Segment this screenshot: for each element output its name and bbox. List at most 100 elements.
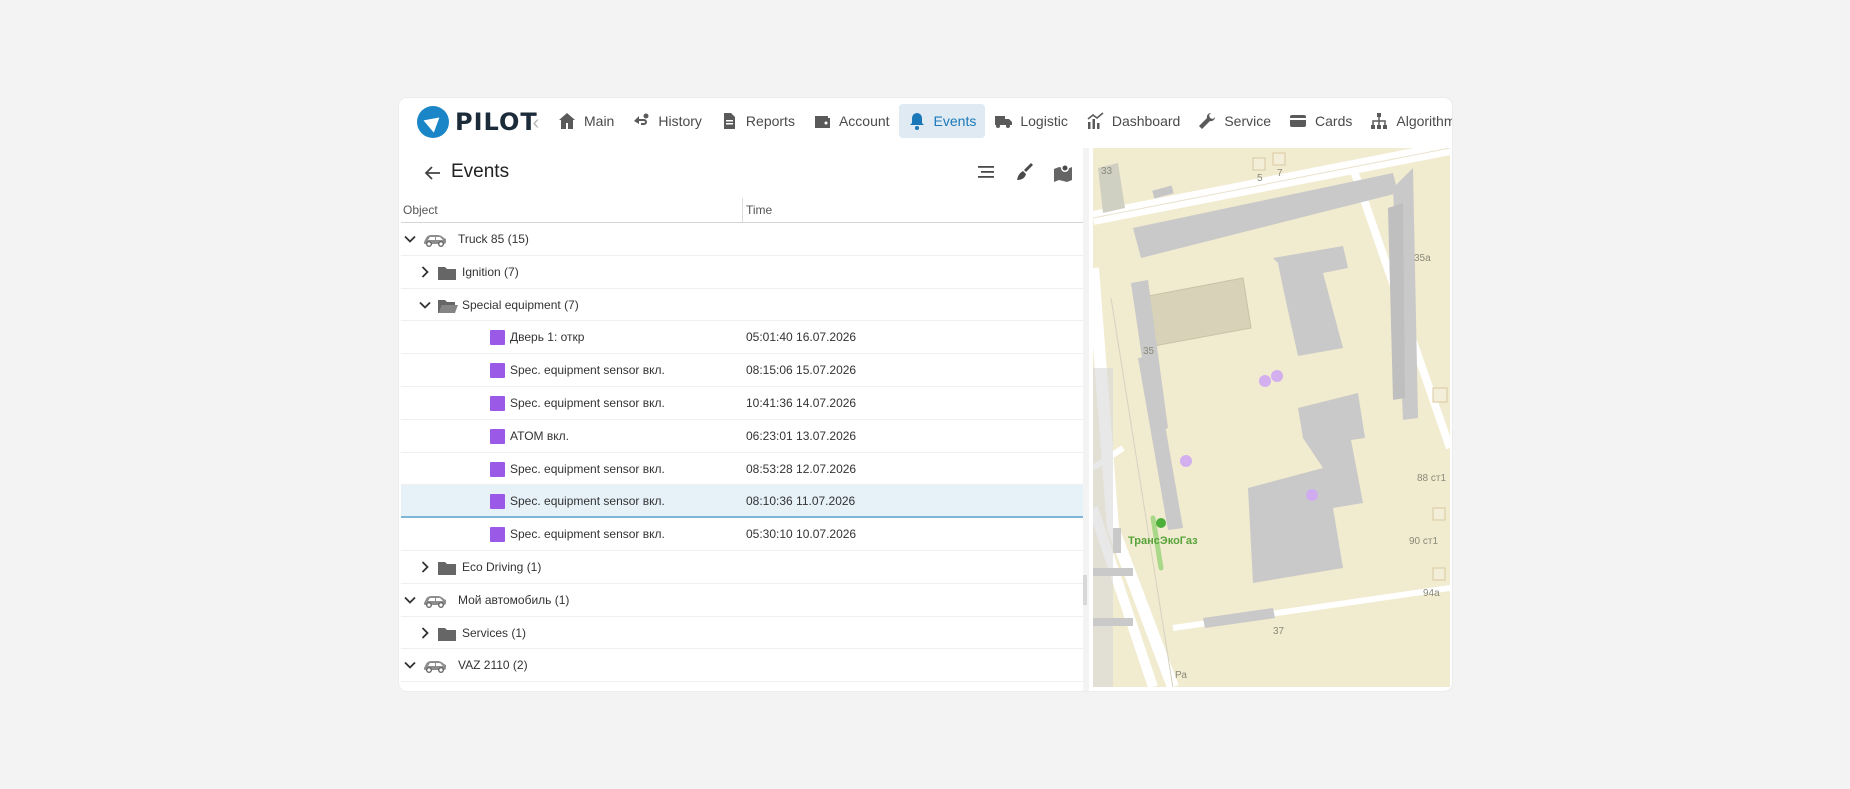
car-icon <box>422 233 448 250</box>
map-markers-button[interactable] <box>1052 161 1074 183</box>
card-icon <box>1290 115 1307 127</box>
nav-item-label: Dashboard <box>1111 113 1181 129</box>
nav-item-label: Algorithms <box>1396 113 1452 129</box>
map-house-number: 35а <box>1414 253 1431 264</box>
column-header-time[interactable]: Time <box>746 198 772 222</box>
vehicle-label: Truck 85 (15) <box>458 232 529 246</box>
event-time: 05:30:10 10.07.2026 <box>746 527 857 542</box>
nav-item-algorithms[interactable]: Algorithms <box>1361 104 1452 138</box>
map-house-number: 7 <box>1277 168 1283 179</box>
folder-icon <box>438 560 456 578</box>
nav-item-reports[interactable]: Reports <box>711 104 804 138</box>
event-label: Spec. equipment sensor вкл. <box>510 527 665 542</box>
nav-item-label: Cards <box>1315 113 1353 129</box>
folder-row[interactable]: Special equipment (7) <box>401 289 1083 322</box>
event-row[interactable]: Spec. equipment sensor вкл. 08:10:36 11.0… <box>401 485 1083 519</box>
folder-label: Special equipment (7) <box>462 297 579 312</box>
event-row[interactable]: Spec. equipment sensor вкл. 08:15:06 15.0… <box>401 354 1083 387</box>
folder-row[interactable]: Eco Driving (1) <box>401 551 1083 584</box>
event-marker-icon <box>490 330 505 346</box>
map-house-number: 90 ст1 <box>1409 536 1439 547</box>
chevron-down-icon[interactable] <box>403 232 417 246</box>
map-street-label: Ра <box>1175 670 1187 681</box>
event-marker-icon <box>490 527 505 543</box>
vehicle-row[interactable]: Truck 85 (15) <box>401 223 1083 256</box>
event-row[interactable]: Spec. equipment sensor вкл. 08:53:28 12.0… <box>401 453 1083 486</box>
pilot-logo[interactable]: PILOT <box>417 104 538 140</box>
nav-item-label: Account <box>838 113 890 129</box>
event-row[interactable]: ATOM вкл. 06:23:01 13.07.2026 <box>401 420 1083 453</box>
home-icon <box>559 113 575 129</box>
event-row[interactable]: Дверь 1: откр 05:01:40 16.07.2026 <box>401 321 1083 355</box>
event-time: 05:01:40 16.07.2026 <box>746 330 857 345</box>
document-icon <box>723 113 735 129</box>
top-navigation-bar: PILOT ‹ Main History Reports Account Events L… <box>399 98 1452 148</box>
truck-icon <box>995 116 1013 128</box>
nav-scroll-left-icon[interactable]: ‹ <box>525 112 547 134</box>
nav-item-main[interactable]: Main <box>549 104 623 138</box>
panel-header: Events <box>401 148 1083 198</box>
event-marker-icon <box>490 428 505 444</box>
chevron-down-icon[interactable] <box>403 658 417 672</box>
nav-item-service[interactable]: Service <box>1189 104 1280 138</box>
event-time: 08:10:36 11.07.2026 <box>746 494 856 509</box>
map-marker-icon <box>1054 164 1072 182</box>
chevron-right-icon[interactable] <box>418 626 432 640</box>
chart-icon <box>1087 112 1104 129</box>
main-nav: Main History Reports Account Events Logistic D… <box>549 104 1452 138</box>
clear-button[interactable] <box>1013 161 1035 183</box>
nav-item-logistic[interactable]: Logistic <box>985 104 1076 138</box>
bell-icon <box>909 113 924 130</box>
scrollbar-thumb[interactable] <box>1083 575 1087 605</box>
folder-label: Ignition (7) <box>462 264 519 279</box>
folder-label: Services (1) <box>462 625 527 640</box>
map-view[interactable]: 33 5 7 35а 35 88 ст1 90 ст1 94а 37 Ра Тр… <box>1093 148 1450 687</box>
folder-open-icon <box>438 298 458 316</box>
nav-item-label: Main <box>584 113 615 129</box>
nav-item-account[interactable]: Account <box>804 104 899 138</box>
broom-icon <box>1017 163 1033 180</box>
column-header-object[interactable]: Object <box>403 198 438 222</box>
event-time: 06:23:01 13.07.2026 <box>746 428 857 443</box>
folder-label: Eco Driving (1) <box>462 559 542 574</box>
nav-item-dashboard[interactable]: Dashboard <box>1077 104 1190 138</box>
nav-item-label: Reports <box>745 113 795 129</box>
map-house-number: 35 <box>1143 346 1155 357</box>
chevron-down-icon[interactable] <box>403 593 417 607</box>
nav-item-history[interactable]: History <box>623 104 711 138</box>
event-label: Spec. equipment sensor вкл. <box>510 395 665 410</box>
list-view-button[interactable] <box>975 161 997 183</box>
hierarchy-icon <box>1371 113 1388 129</box>
nav-item-label: Logistic <box>1020 113 1068 129</box>
chevron-down-icon[interactable] <box>418 298 432 312</box>
map-canvas <box>1093 148 1450 687</box>
event-label: Spec. equipment sensor вкл. <box>510 363 665 378</box>
event-row[interactable]: Spec. equipment sensor вкл. 05:30:10 10.0… <box>401 518 1083 551</box>
event-label: ATOM вкл. <box>510 428 569 443</box>
folder-row[interactable]: Services (1) <box>401 617 1083 650</box>
nav-item-events[interactable]: Events <box>898 104 986 138</box>
back-arrow-icon[interactable] <box>423 163 443 183</box>
map-house-number: 33 <box>1101 166 1113 177</box>
chevron-right-icon[interactable] <box>418 265 432 279</box>
map-house-number: 37 <box>1273 626 1285 637</box>
event-row[interactable]: Spec. equipment sensor вкл. 10:41:36 14.0… <box>401 387 1083 420</box>
event-marker-icon <box>490 363 505 379</box>
event-label: Дверь 1: откр <box>510 330 585 345</box>
pilot-logo-icon <box>417 106 449 138</box>
map-house-number: 94а <box>1423 588 1440 599</box>
gas-station-label[interactable]: ТрансЭкоГаз <box>1128 535 1198 547</box>
event-label: Spec. equipment sensor вкл. <box>510 461 665 476</box>
event-marker-icon <box>490 395 505 411</box>
folder-row[interactable]: Ignition (7) <box>401 256 1083 289</box>
event-marker-icon <box>490 461 505 477</box>
wallet-icon <box>814 116 830 128</box>
folder-icon <box>438 265 456 283</box>
vehicle-row[interactable]: VAZ 2110 (2) <box>401 649 1083 683</box>
vehicle-label: Мой автомобиль (1) <box>458 592 570 607</box>
wrench-icon <box>1199 112 1216 129</box>
vehicle-row[interactable]: Мой автомобиль (1) <box>401 584 1083 617</box>
chevron-right-icon[interactable] <box>418 560 432 574</box>
nav-item-cards[interactable]: Cards <box>1280 104 1361 138</box>
column-divider[interactable] <box>742 198 743 222</box>
